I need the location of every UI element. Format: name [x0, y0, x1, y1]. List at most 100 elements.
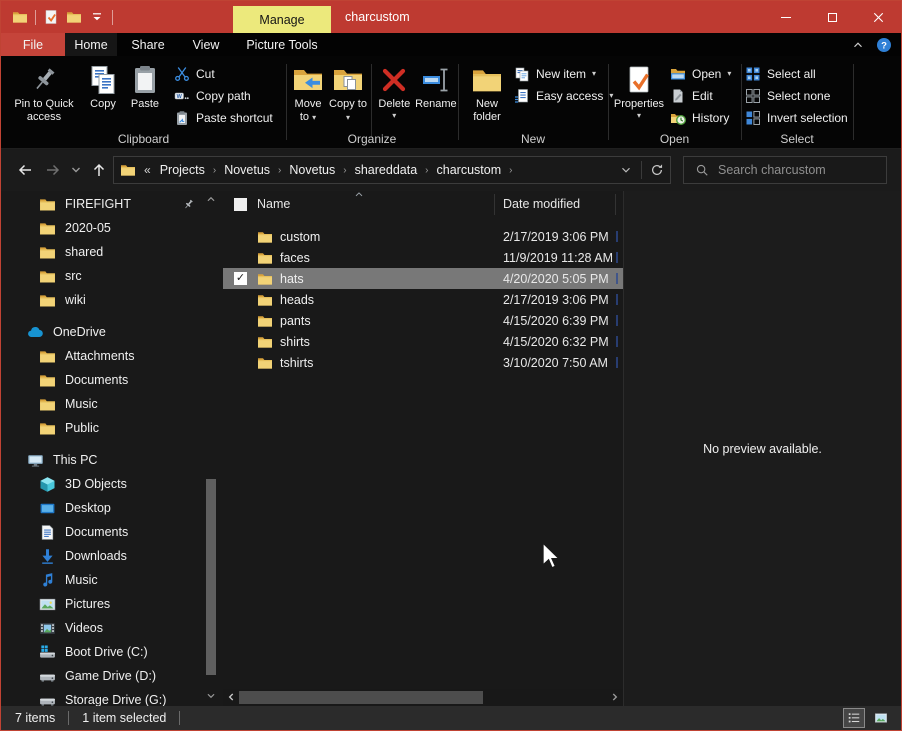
help-icon[interactable]: ? — [876, 37, 892, 53]
sidebar-item-src[interactable]: src — [1, 264, 223, 288]
sidebar-item-desktop[interactable]: Desktop — [1, 496, 223, 520]
sidebar-item-public[interactable]: Public — [1, 416, 223, 440]
column-header-name[interactable]: Name — [257, 197, 290, 211]
address-bar[interactable]: « Projects›Novetus›Novetus›shareddata›ch… — [113, 156, 671, 184]
tab-share[interactable]: Share — [117, 33, 179, 56]
file-row-shirts[interactable]: shirts4/15/2020 6:32 PM — [223, 331, 623, 352]
scroll-left-icon[interactable] — [224, 690, 238, 704]
ribbon-collapse-icon[interactable] — [851, 38, 865, 52]
up-icon[interactable] — [85, 162, 113, 178]
recent-locations-icon[interactable] — [67, 162, 85, 178]
sidebar-item-boot-drive-c[interactable]: Boot Drive (C:) — [1, 640, 223, 664]
folder-icon[interactable] — [66, 9, 82, 25]
copy-button[interactable]: Copy — [82, 62, 124, 113]
sidebar-item-2020-05[interactable]: 2020-05 — [1, 216, 223, 240]
sidebar-item-attachments[interactable]: Attachments — [1, 344, 223, 368]
breadcrumb-separator-icon: › — [422, 165, 431, 176]
paste-button[interactable]: Paste — [124, 62, 166, 113]
refresh-icon[interactable] — [650, 163, 664, 177]
file-name: custom — [280, 230, 320, 244]
column-header-date-modified[interactable]: Date modified — [503, 197, 580, 211]
scroll-up-icon[interactable] — [204, 192, 218, 206]
new-item-button[interactable]: New item ▾ — [514, 65, 613, 83]
tab-picture-tools[interactable]: Picture Tools — [233, 33, 331, 56]
copy-path-button[interactable]: W Copy path — [174, 87, 273, 105]
sidebar-scrollbar-thumb[interactable] — [206, 479, 216, 675]
breadcrumb-overflow[interactable]: « — [136, 163, 155, 177]
properties-check-icon[interactable] — [43, 9, 59, 25]
details-view-button[interactable] — [844, 709, 864, 727]
folder-icon[interactable] — [12, 9, 28, 25]
column-divider[interactable] — [494, 194, 495, 215]
sidebar-item-documents[interactable]: Documents — [1, 368, 223, 392]
invert-selection-button[interactable]: Invert selection — [745, 109, 848, 127]
file-row-tshirts[interactable]: tshirts3/10/2020 7:50 AM — [223, 352, 623, 373]
sidebar-item-shared[interactable]: shared — [1, 240, 223, 264]
search-icon — [695, 163, 709, 177]
forward-icon[interactable] — [39, 162, 67, 178]
search-box[interactable] — [683, 156, 887, 184]
tab-home[interactable]: Home — [65, 33, 117, 56]
sidebar-item-downloads[interactable]: Downloads — [1, 544, 223, 568]
sidebar-item-wiki[interactable]: wiki — [1, 288, 223, 312]
cut-button[interactable]: Cut — [174, 65, 273, 83]
sidebar-item-onedrive[interactable]: OneDrive — [1, 320, 223, 344]
tab-view[interactable]: View — [179, 33, 233, 56]
close-button[interactable] — [855, 1, 901, 33]
tab-file[interactable]: File — [1, 33, 65, 56]
select-all-checkbox[interactable] — [234, 198, 247, 211]
rename-button[interactable]: Rename — [414, 62, 458, 113]
thumbnail-view-button[interactable] — [871, 709, 891, 727]
sidebar-item-3d-objects[interactable]: 3D Objects — [1, 472, 223, 496]
new-folder-button[interactable]: New folder — [466, 62, 508, 126]
manage-contextual-tab[interactable]: Manage — [233, 6, 331, 33]
open-button[interactable]: Open ▾ — [670, 65, 731, 83]
edit-button[interactable]: Edit — [670, 87, 731, 105]
copy-to-button[interactable]: Copy to ▾ — [328, 62, 368, 126]
scroll-right-icon[interactable] — [608, 690, 622, 704]
column-divider[interactable] — [615, 194, 616, 215]
sidebar-item-this-pc[interactable]: This PC — [1, 448, 223, 472]
row-checkbox[interactable]: ✓ — [234, 272, 249, 285]
easy-access-button[interactable]: Easy access ▾ — [514, 87, 613, 105]
select-all-button[interactable]: Select all — [745, 65, 848, 83]
file-row-custom[interactable]: custom2/17/2019 3:06 PM — [223, 226, 623, 247]
address-dropdown-icon[interactable] — [619, 163, 633, 177]
move-to-button[interactable]: Move to ▾ — [288, 62, 328, 126]
minimize-button[interactable] — [763, 1, 809, 33]
select-none-button[interactable]: Select none — [745, 87, 848, 105]
breadcrumb-item[interactable]: Novetus — [284, 163, 340, 177]
horizontal-scrollbar[interactable] — [223, 689, 623, 706]
file-row-pants[interactable]: pants4/15/2020 6:39 PM — [223, 310, 623, 331]
breadcrumb-item[interactable]: charcustom — [432, 163, 507, 177]
sidebar-item-documents[interactable]: Documents — [1, 520, 223, 544]
back-icon[interactable] — [11, 162, 39, 178]
sidebar-item-pictures[interactable]: Pictures — [1, 592, 223, 616]
cut-icon — [174, 66, 190, 82]
sidebar-item-firefight[interactable]: FIREFIGHT — [1, 192, 223, 216]
file-row-faces[interactable]: faces11/9/2019 11:28 AM — [223, 247, 623, 268]
search-input[interactable] — [718, 163, 875, 177]
breadcrumb-item[interactable]: shareddata — [350, 163, 423, 177]
history-button[interactable]: History — [670, 109, 731, 127]
delete-button[interactable]: Delete ▾ — [375, 62, 414, 123]
sidebar-item-videos[interactable]: Videos — [1, 616, 223, 640]
sidebar-item-storage-drive-g[interactable]: Storage Drive (G:) — [1, 688, 223, 706]
file-row-heads[interactable]: heads2/17/2019 3:06 PM — [223, 289, 623, 310]
qat-customize-dropdown-icon[interactable] — [89, 9, 105, 25]
file-row-hats[interactable]: ✓hats4/20/2020 5:05 PM — [223, 268, 623, 289]
horizontal-scrollbar-thumb[interactable] — [239, 691, 483, 704]
maximize-button[interactable] — [809, 1, 855, 33]
breadcrumb-item[interactable]: Novetus — [219, 163, 275, 177]
sidebar-item-game-drive-d[interactable]: Game Drive (D:) — [1, 664, 223, 688]
scroll-down-icon[interactable] — [204, 689, 218, 703]
sidebar-scrollbar[interactable] — [204, 191, 218, 704]
column-headers: Name Date modified — [223, 191, 623, 217]
sidebar-item-music[interactable]: Music — [1, 568, 223, 592]
sidebar-item-music[interactable]: Music — [1, 392, 223, 416]
paste-shortcut-button[interactable]: Paste shortcut — [174, 109, 273, 127]
breadcrumb-item[interactable]: Projects — [155, 163, 210, 177]
pin-to-quick-access-button[interactable]: Pin to Quick access — [6, 62, 82, 126]
file-name: heads — [280, 293, 314, 307]
properties-button[interactable]: Properties ▾ — [612, 62, 666, 123]
